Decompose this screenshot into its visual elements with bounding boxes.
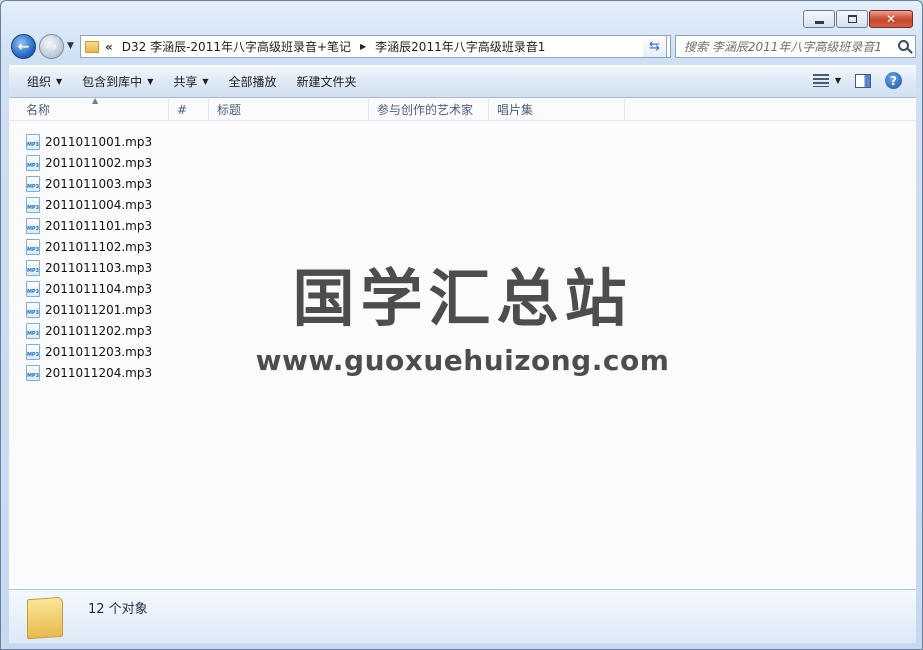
search-placeholder: 搜索 李涵辰2011年八字高级班录音1 (684, 40, 882, 54)
share-menu[interactable]: 共享 ▼ (163, 66, 218, 97)
column-header-name[interactable]: 名称 (9, 98, 169, 121)
mp3-file-icon: MP3 (26, 175, 40, 192)
arrow-right-icon: → (45, 38, 58, 55)
help-icon[interactable]: ? (885, 72, 902, 89)
file-name: 2011011004.mp3 (45, 197, 153, 212)
preview-pane-icon[interactable] (855, 73, 871, 88)
watermark-title: 国学汇总站 (292, 262, 633, 335)
include-in-library-menu[interactable]: 包含到库中 ▼ (72, 66, 163, 97)
maximize-button[interactable] (836, 10, 868, 28)
chevron-down-icon: ▼ (834, 76, 841, 85)
watermark: 国学汇总站 www.guoxuehuizong.com (9, 248, 916, 377)
column-headers: ▲ 名称 # 标题 参与创作的艺术家 唱片集 (9, 96, 916, 121)
window-controls: ✕ (803, 10, 913, 28)
column-header-title[interactable]: 标题 (209, 98, 369, 121)
item-count: 12 个对象 (88, 602, 148, 617)
details-pane: 12 个对象 (9, 589, 916, 643)
navigation-bar: ← → ▼ « D32 李涵辰-2011年八字高级班录音+笔记 ▶ 李涵辰201… (9, 33, 916, 61)
mp3-file-icon: MP3 (26, 217, 40, 234)
breadcrumb-separator-icon[interactable]: ▶ (360, 42, 366, 51)
mp3-file-icon: MP3 (26, 154, 40, 171)
breadcrumb-segment[interactable]: D32 李涵辰-2011年八字高级班录音+笔记 (119, 38, 354, 55)
change-view-button[interactable]: ▼ (812, 74, 841, 87)
command-bar: 组织 ▼ 包含到库中 ▼ 共享 ▼ 全部播放 新建文件夹 ▼ ? (9, 65, 916, 98)
file-item[interactable]: MP3 2011011002.mp3 (26, 152, 152, 173)
toolbar-label: 共享 (173, 75, 198, 89)
toolbar-label: 新建文件夹 (296, 75, 357, 89)
column-header-artist[interactable]: 参与创作的艺术家 (369, 98, 489, 121)
address-bar[interactable]: « D32 李涵辰-2011年八字高级班录音+笔记 ▶ 李涵辰2011年八字高级… (80, 35, 671, 58)
file-name: 2011011002.mp3 (45, 155, 153, 170)
toolbar-label: 包含到库中 (82, 75, 143, 89)
file-item[interactable]: MP3 2011011004.mp3 (26, 194, 152, 215)
folder-icon (27, 596, 63, 640)
sort-ascending-icon: ▲ (92, 96, 99, 105)
file-name: 2011011101.mp3 (45, 218, 153, 233)
back-button[interactable]: ← (11, 34, 36, 59)
minimize-icon (814, 20, 824, 24)
search-icon[interactable] (898, 40, 909, 51)
file-name: 2011011003.mp3 (45, 176, 153, 191)
file-name: 2011011001.mp3 (45, 134, 153, 149)
explorer-window: ✕ ← → ▼ « D32 李涵辰-2011年八字高级班录音+笔记 ▶ 李涵辰2… (0, 0, 923, 650)
forward-button[interactable]: → (39, 34, 64, 59)
file-item[interactable]: MP3 2011011001.mp3 (26, 131, 152, 152)
toolbar-label: 组织 (27, 75, 52, 89)
close-button[interactable]: ✕ (869, 10, 913, 28)
mp3-file-icon: MP3 (26, 133, 40, 150)
search-input[interactable]: 搜索 李涵辰2011年八字高级班录音1 (675, 35, 916, 58)
file-view: ▲ 名称 # 标题 参与创作的艺术家 唱片集 MP3 2011011001.mp3… (9, 96, 916, 589)
new-folder-button[interactable]: 新建文件夹 (287, 66, 367, 97)
column-header-album[interactable]: 唱片集 (489, 98, 625, 121)
refresh-button[interactable]: ⇆ (643, 35, 667, 58)
chevron-down-icon: ▼ (56, 77, 63, 86)
organize-menu[interactable]: 组织 ▼ (9, 66, 72, 97)
chevron-down-icon: ▼ (147, 77, 154, 86)
address-overflow-button[interactable]: « (105, 40, 113, 54)
column-header-number[interactable]: # (169, 98, 209, 121)
watermark-url: www.guoxuehuizong.com (255, 344, 670, 377)
arrow-left-icon: ← (17, 38, 30, 55)
mp3-file-icon: MP3 (26, 196, 40, 213)
chevron-down-icon: ▼ (202, 77, 209, 86)
file-item[interactable]: MP3 2011011003.mp3 (26, 173, 152, 194)
file-item[interactable]: MP3 2011011101.mp3 (26, 215, 152, 236)
folder-icon (85, 40, 99, 53)
toolbar-label: 全部播放 (228, 75, 277, 89)
play-all-button[interactable]: 全部播放 (219, 66, 287, 97)
minimize-button[interactable] (803, 10, 835, 28)
maximize-icon (847, 15, 857, 23)
views-icon (812, 74, 829, 87)
toolbar-right-group: ▼ ? (812, 72, 902, 89)
recent-pages-button[interactable]: ▼ (67, 41, 74, 51)
breadcrumb-segment-current[interactable]: 李涵辰2011年八字高级班录音1 (372, 38, 548, 55)
refresh-icon: ⇆ (649, 39, 660, 54)
